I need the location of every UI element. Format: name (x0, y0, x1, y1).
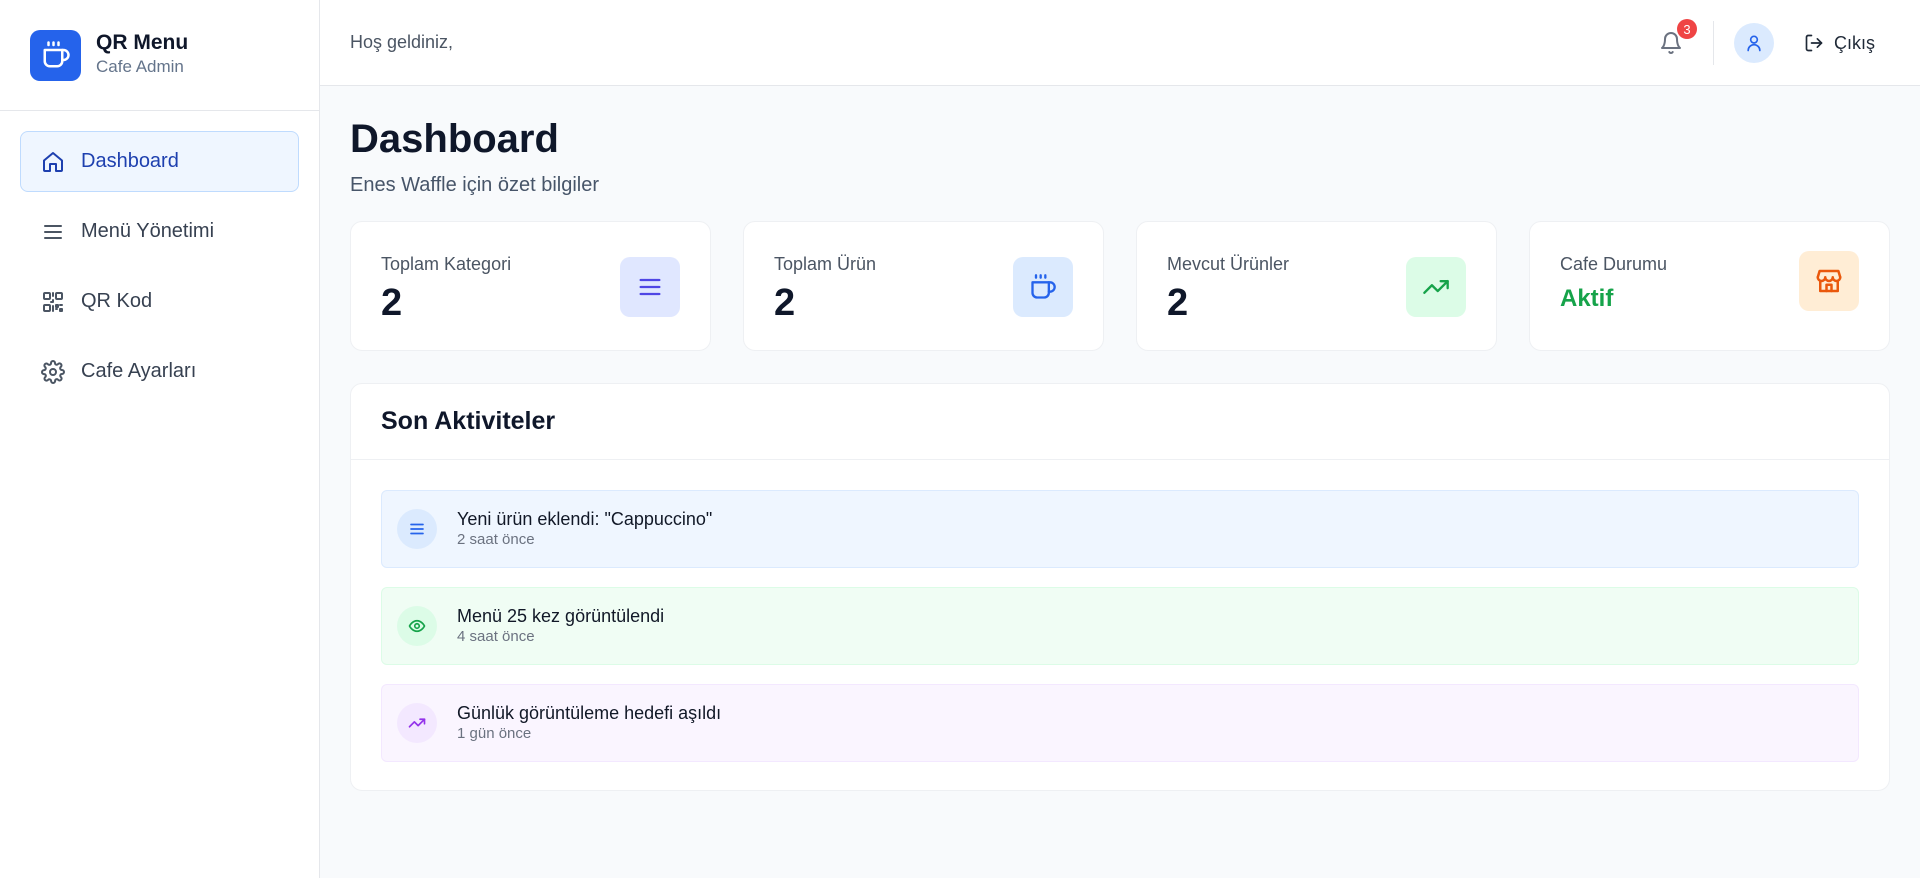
sidebar-item-dashboard[interactable]: Dashboard (20, 131, 299, 192)
qr-code-icon (41, 290, 65, 314)
sidebar-item-cafe-settings[interactable]: Cafe Ayarları (20, 341, 299, 402)
stats-row: Toplam Kategori 2 Toplam Ürün 2 Mevcut Ü… (350, 221, 1890, 351)
stat-card-categories: Toplam Kategori 2 (350, 221, 711, 351)
recent-activity-panel: Son Aktiviteler Yeni ürün eklendi: "Capp… (350, 383, 1890, 791)
activity-item-time: 4 saat önce (457, 628, 535, 645)
page-title: Dashboard (350, 117, 559, 161)
activity-list: Yeni ürün eklendi: "Cappuccino" 2 saat ö… (351, 460, 1889, 762)
sidebar-nav: Dashboard Menü Yönetimi QR Kod Cafe Ayar… (0, 111, 319, 402)
activity-item-title: Yeni ürün eklendi: "Cappuccino" (457, 509, 713, 529)
stat-card-cafe-status: Cafe Durumu Aktif (1529, 221, 1890, 351)
sidebar-item-menu-management[interactable]: Menü Yönetimi (20, 201, 299, 262)
logout-icon (1804, 33, 1824, 53)
list-item: Günlük görüntüleme hedefi aşıldı 1 gün ö… (381, 684, 1859, 762)
notifications-button[interactable]: 3 (1653, 19, 1697, 61)
trending-up-icon (1406, 257, 1466, 317)
coffee-logo-icon (30, 29, 81, 81)
list-icon (620, 257, 680, 317)
store-icon (1799, 251, 1859, 311)
sidebar-item-qr-code[interactable]: QR Kod (20, 271, 299, 332)
logout-button[interactable]: Çıkış (1804, 33, 1875, 54)
brand-subtitle: Cafe Admin (96, 57, 184, 76)
notification-badge: 3 (1676, 19, 1697, 39)
sidebar-item-label: Cafe Ayarları (81, 360, 197, 382)
brand: QR Menu Cafe Admin (0, 0, 319, 111)
trending-up-icon (397, 703, 437, 743)
list-item: Menü 25 kez görüntülendi 4 saat önce (381, 587, 1859, 665)
top-header: Hoş geldiniz, 3 Çıkış (320, 0, 1920, 86)
gear-icon (41, 359, 65, 384)
main-content: Dashboard Enes Waffle için özet bilgiler… (350, 86, 1890, 791)
menu-lines-icon (41, 220, 65, 244)
list-item: Yeni ürün eklendi: "Cappuccino" 2 saat ö… (381, 490, 1859, 568)
user-icon (1744, 33, 1764, 53)
activity-item-time: 2 saat önce (457, 531, 535, 548)
home-icon (41, 150, 65, 174)
logout-label: Çıkış (1833, 32, 1875, 53)
stat-card-available-products: Mevcut Ürünler 2 (1136, 221, 1497, 351)
sidebar-item-label: Dashboard (81, 150, 179, 172)
sidebar: QR Menu Cafe Admin Dashboard Menü Yöneti… (0, 0, 320, 878)
coffee-icon (1013, 257, 1073, 317)
avatar[interactable] (1733, 23, 1774, 63)
welcome-text: Hoş geldiniz, (350, 32, 454, 52)
activity-item-title: Menü 25 kez görüntülendi (457, 606, 665, 626)
sidebar-item-label: QR Kod (81, 290, 153, 312)
sidebar-item-label: Menü Yönetimi (81, 220, 215, 242)
header-divider (1712, 21, 1714, 65)
activity-title: Son Aktiviteler (351, 384, 1889, 460)
activity-item-title: Günlük görüntüleme hedefi aşıldı (457, 703, 722, 723)
page-subtitle: Enes Waffle için özet bilgiler (350, 174, 600, 196)
list-icon (397, 509, 437, 549)
brand-title: QR Menu (96, 31, 189, 54)
eye-icon (397, 606, 437, 646)
stat-card-products: Toplam Ürün 2 (743, 221, 1104, 351)
activity-item-time: 1 gün önce (457, 725, 532, 742)
